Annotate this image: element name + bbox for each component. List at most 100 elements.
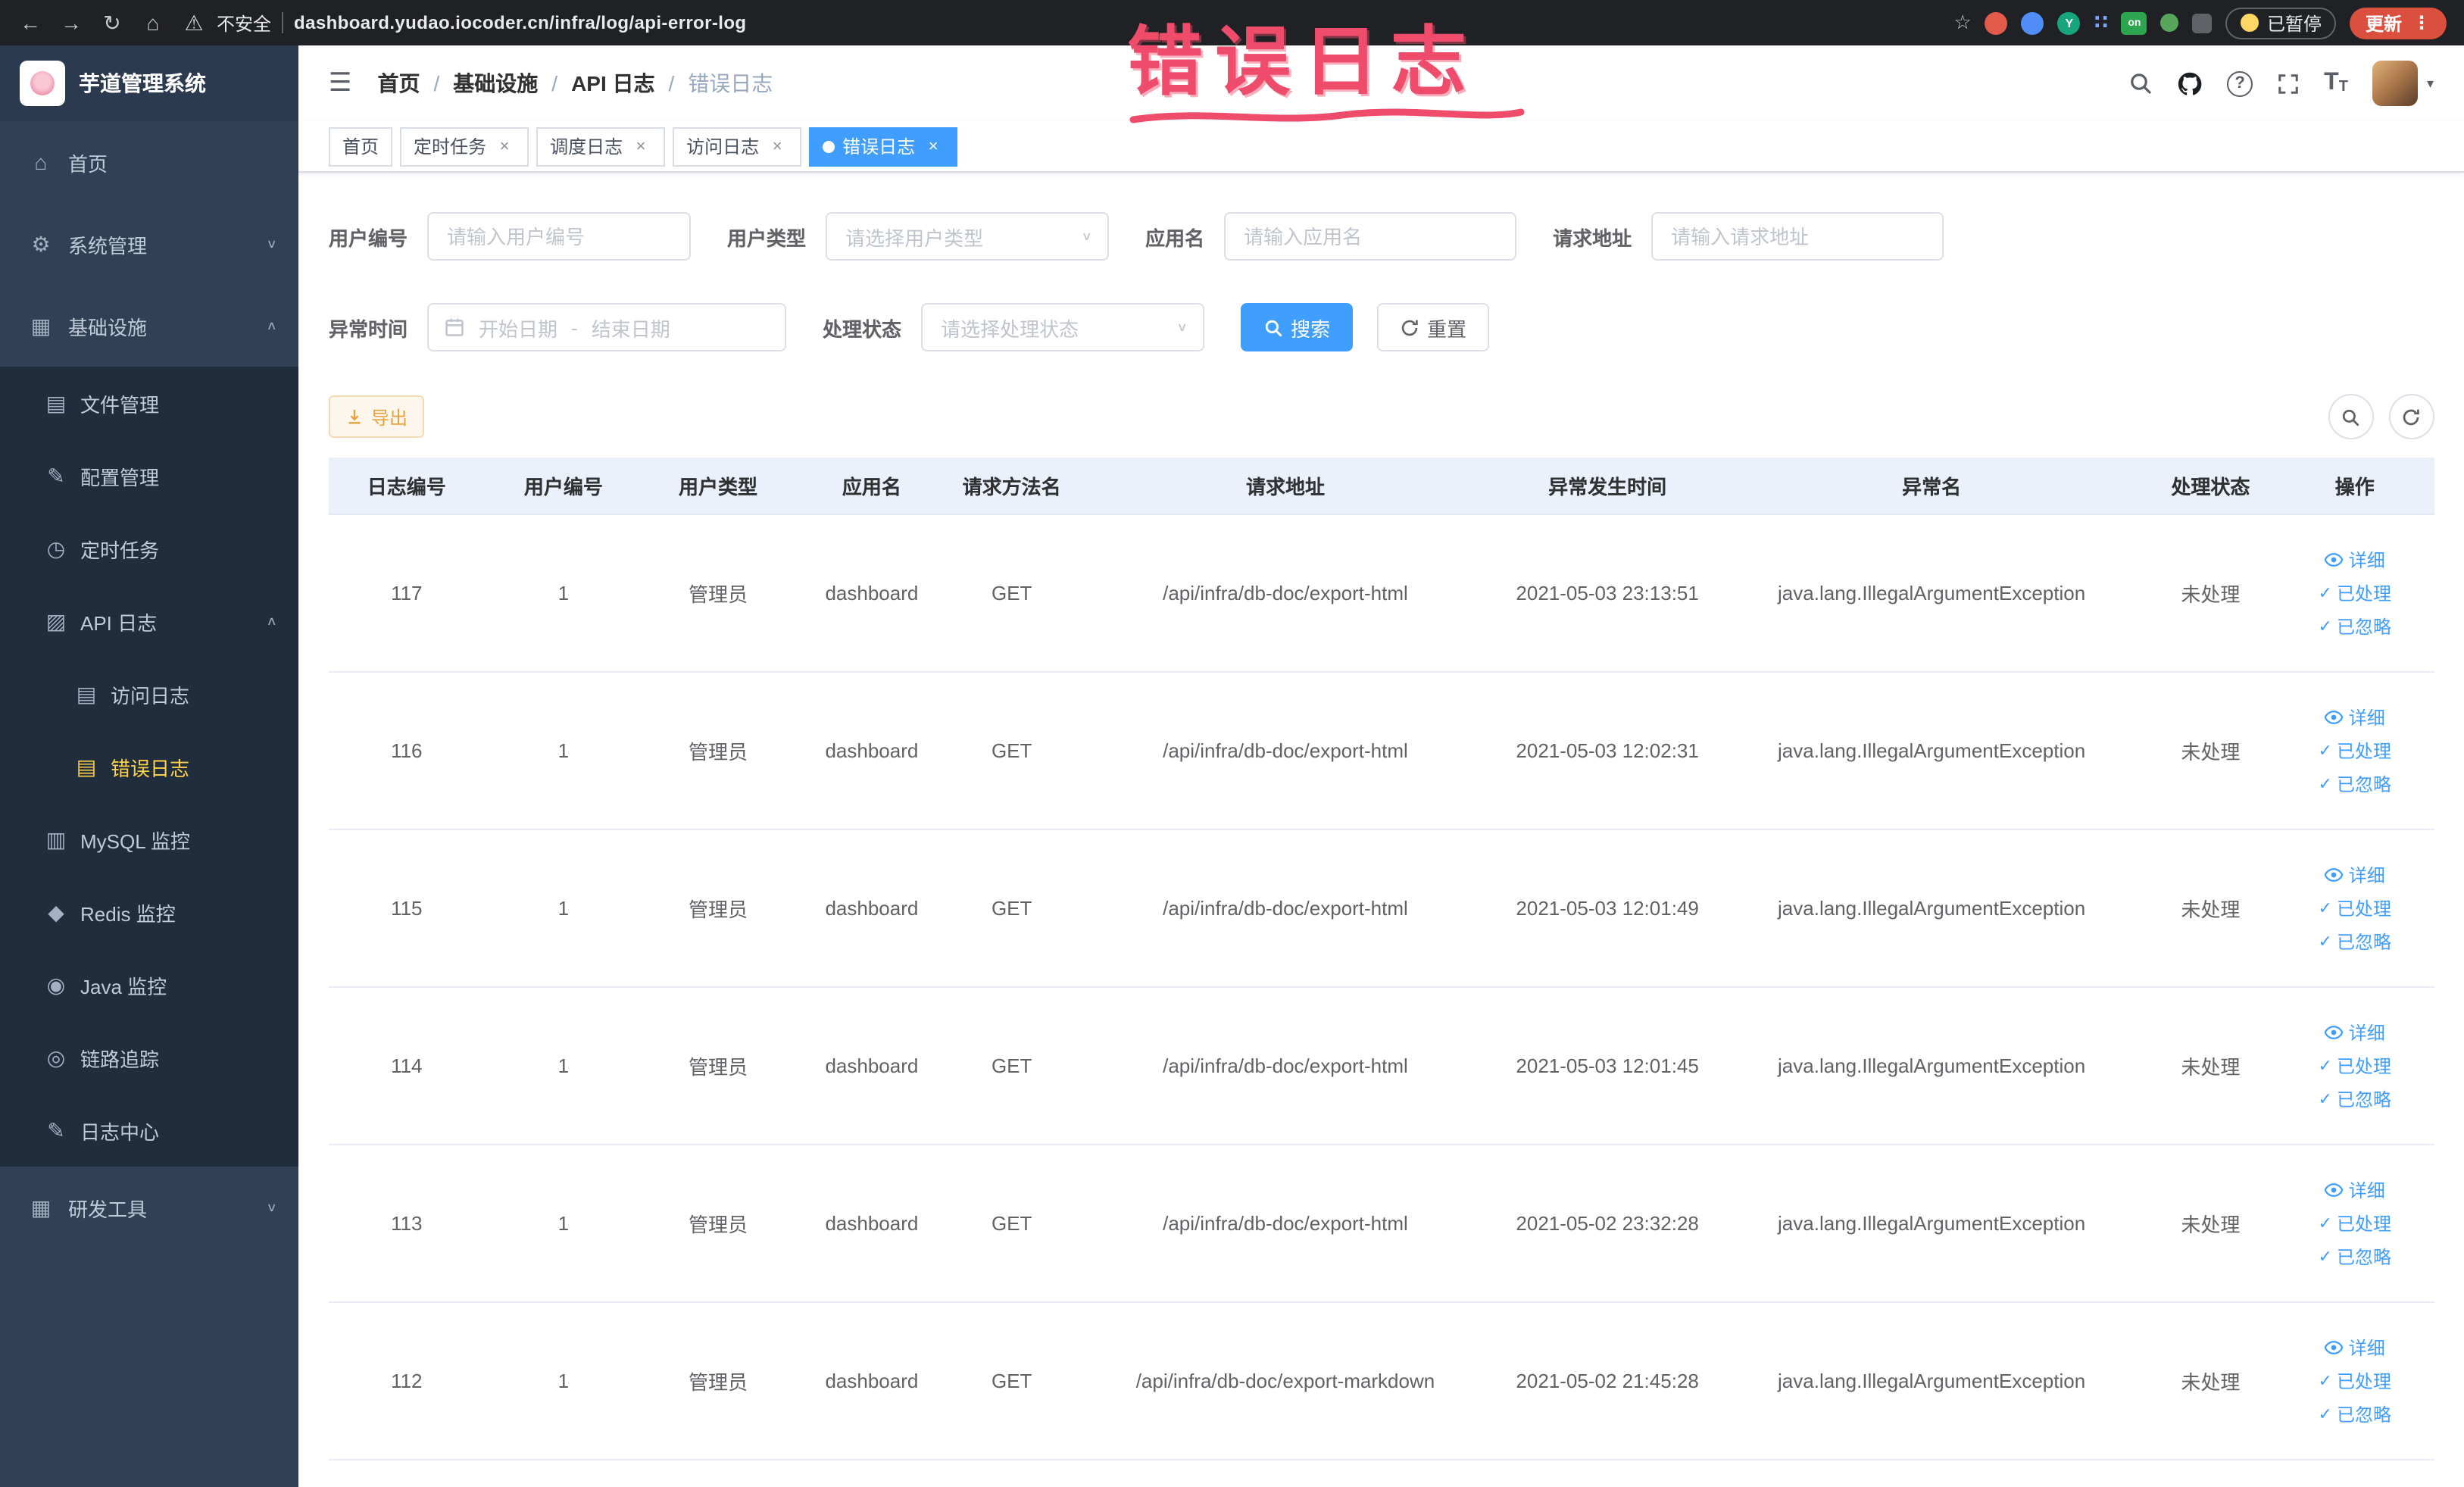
sidebar-item-redis-monitor[interactable]: ◆ Redis 监控 (0, 876, 298, 948)
tab-close-icon[interactable]: × (630, 136, 651, 157)
extension-icon-blue[interactable] (2021, 11, 2044, 34)
tab-close-icon[interactable]: × (494, 136, 515, 157)
sidebar-item-system-mgmt[interactable]: ⚙ 系统管理 ∨ (0, 203, 298, 285)
cell-status: 未处理 (2145, 514, 2276, 672)
breadcrumb-item[interactable]: API 日志 (571, 68, 654, 98)
breadcrumb-item[interactable]: 首页 (378, 68, 420, 98)
process-status-select[interactable]: 请选择处理状态 ∨ (921, 303, 1205, 351)
breadcrumb-item[interactable]: 基础设施 (453, 68, 538, 98)
cell-method: GET (949, 514, 1074, 672)
mark-processed-link[interactable]: ✓ 已处理 (2319, 1052, 2391, 1078)
mark-processed-link[interactable]: ✓ 已处理 (2319, 895, 2391, 920)
tab-close-icon[interactable]: × (923, 136, 944, 157)
column-header: 异常名 (1718, 458, 2146, 514)
extension-icon-on[interactable]: on (2121, 11, 2147, 34)
refresh-table-button[interactable] (2388, 394, 2434, 439)
chevron-up-icon: ∧ (266, 319, 277, 333)
search-button[interactable]: 搜索 (1241, 303, 1354, 351)
user-menu[interactable]: ▾ (2372, 61, 2434, 106)
request-url-input[interactable] (1651, 212, 1944, 261)
mark-ignored-link[interactable]: ✓ 已忽略 (2319, 1401, 2391, 1426)
update-label: 更新 (2365, 13, 2402, 34)
search-icon[interactable] (2128, 71, 2153, 95)
extension-icon-red[interactable] (1985, 11, 2008, 34)
extension-icon-y[interactable]: Y (2057, 11, 2081, 34)
cell-exception-name: java.lang.IllegalArgumentException (1718, 671, 2146, 829)
cell-log-id: 112 (329, 1301, 485, 1460)
mark-ignored-link[interactable]: ✓ 已忽略 (2319, 770, 2391, 796)
sidebar-item-dev-tools[interactable]: ▦ 研发工具 ∨ (0, 1167, 298, 1248)
eye-icon (2325, 867, 2344, 881)
sidebar-toggle-icon[interactable]: ☰ (329, 68, 352, 98)
github-icon[interactable] (2177, 70, 2203, 96)
browser-home-icon[interactable]: ⌂ (141, 12, 165, 33)
extensions-puzzle-icon[interactable] (2192, 13, 2213, 33)
user-type-select[interactable]: 请选择用户类型 ∨ (826, 212, 1110, 261)
overflow-menu-icon[interactable]: ⋮ (2412, 12, 2431, 33)
font-size-icon[interactable]: TT (2324, 70, 2348, 95)
sidebar-item-mysql-monitor[interactable]: ▥ MySQL 监控 (0, 803, 298, 876)
detail-link[interactable]: 详细 (2325, 1334, 2385, 1360)
mark-ignored-link[interactable]: ✓ 已忽略 (2319, 613, 2391, 639)
sidebar-item-api-log[interactable]: ▨ API 日志 ∧ (0, 585, 298, 658)
sidebar-item-error-log[interactable]: ▤ 错误日志 (0, 730, 298, 803)
help-icon[interactable]: ? (2227, 70, 2253, 96)
back-icon[interactable]: ← (18, 12, 42, 33)
avatar[interactable] (2372, 61, 2418, 106)
mark-ignored-link[interactable]: ✓ 已忽略 (2319, 928, 2391, 954)
app-name-input[interactable] (1224, 212, 1517, 261)
detail-link[interactable]: 详细 (2325, 704, 2385, 729)
tab-close-icon[interactable]: × (767, 136, 788, 157)
sidebar-item-access-log[interactable]: ▤ 访问日志 (0, 658, 298, 730)
sidebar-item-label: 访问日志 (111, 684, 190, 707)
paused-badge[interactable]: 已暂停 (2225, 7, 2337, 39)
user-id-input[interactable] (427, 212, 692, 261)
sidebar-item-log-center[interactable]: ✎ 日志中心 (0, 1094, 298, 1167)
extension-icon-leaf[interactable] (2160, 14, 2179, 32)
sidebar-item-label: 定时任务 (80, 539, 160, 561)
toggle-search-button[interactable] (2328, 394, 2373, 439)
sidebar-item-config-mgmt[interactable]: ✎ 配置管理 (0, 439, 298, 512)
mark-processed-link[interactable]: ✓ 已处理 (2319, 737, 2391, 763)
cell-request-url: /api/infra/db-doc/export-html (1073, 829, 1497, 987)
detail-link[interactable]: 详细 (2325, 861, 2385, 887)
security-label[interactable]: 不安全 (217, 10, 271, 36)
reset-button[interactable]: 重置 (1377, 303, 1490, 351)
page-url[interactable]: dashboard.yudao.iocoder.cn/infra/log/api… (294, 12, 746, 33)
mark-processed-link[interactable]: ✓ 已处理 (2319, 579, 2391, 605)
cell-exception-time: 2021-05-03 23:13:51 (1497, 514, 1719, 672)
exception-time-range-picker[interactable]: 开始日期 - 结束日期 (427, 303, 787, 351)
cell-method: GET (949, 1301, 1074, 1460)
sidebar-item-tracing[interactable]: ◎ 链路追踪 (0, 1021, 298, 1094)
column-header: 日志编号 (329, 458, 485, 514)
detail-link[interactable]: 详细 (2325, 1176, 2385, 1202)
mark-processed-link[interactable]: ✓ 已处理 (2319, 1367, 2391, 1393)
export-button[interactable]: 导出 (329, 395, 425, 438)
sidebar-item-cron-job[interactable]: ◷ 定时任务 (0, 512, 298, 585)
sidebar-item-file-mgmt[interactable]: ▤ 文件管理 (0, 367, 298, 439)
reload-icon[interactable]: ↻ (100, 12, 124, 33)
detail-link[interactable]: 详细 (2325, 1019, 2385, 1045)
sidebar-item-java-monitor[interactable]: ◉ Java 监控 (0, 948, 298, 1021)
tab-error-log[interactable]: 错误日志 × (809, 127, 958, 166)
chevron-down-icon: ∨ (266, 1201, 277, 1214)
sidebar-item-home[interactable]: ⌂ 首页 (0, 121, 298, 203)
mark-ignored-link[interactable]: ✓ 已忽略 (2319, 1243, 2391, 1269)
tab-access-log[interactable]: 访问日志 × (673, 127, 802, 166)
sidebar-item-infrastructure[interactable]: ▦ 基础设施 ∧ (0, 285, 298, 367)
mark-ignored-link[interactable]: ✓ 已忽略 (2319, 1086, 2391, 1111)
tab-home[interactable]: 首页 (329, 127, 393, 166)
address-bar[interactable]: ⚠ 不安全 dashboard.yudao.iocoder.cn/infra/l… (182, 10, 746, 36)
fullscreen-icon[interactable] (2277, 72, 2300, 95)
search-icon (2342, 408, 2359, 426)
update-button[interactable]: 更新 ⋮ (2350, 7, 2446, 39)
tab-cron-job[interactable]: 定时任务 × (400, 127, 529, 166)
extension-icon-grid[interactable]: ∷ (2094, 11, 2108, 34)
detail-link[interactable]: 详细 (2325, 546, 2385, 572)
emoji-face-icon (2241, 14, 2259, 32)
tab-schedule-log[interactable]: 调度日志 × (536, 127, 666, 166)
bookmark-star-icon[interactable]: ☆ (1954, 11, 1972, 35)
forward-icon[interactable]: → (59, 12, 83, 33)
cell-user-type: 管理员 (642, 671, 795, 829)
mark-processed-link[interactable]: ✓ 已处理 (2319, 1210, 2391, 1236)
